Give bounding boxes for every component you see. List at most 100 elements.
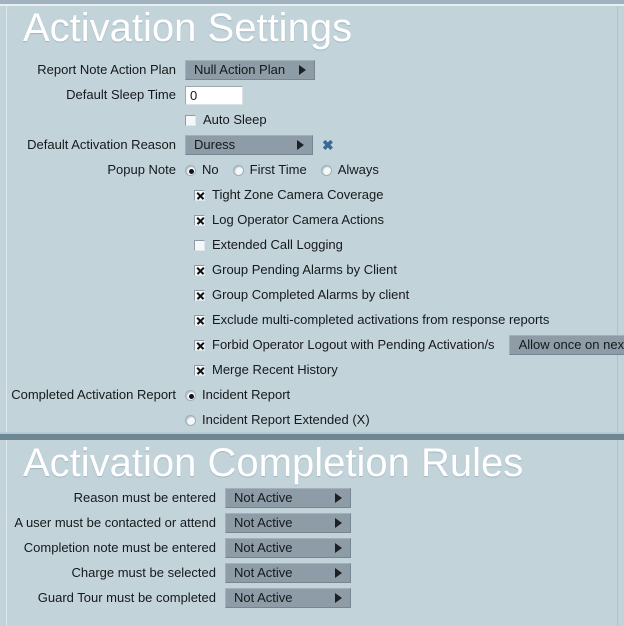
- row-default-sleep-time: Default Sleep Time: [7, 83, 617, 107]
- radio-popup-note-always-dot: [320, 164, 332, 176]
- checkbox-log-operator-camera-actions-label: Log Operator Camera Actions: [212, 212, 384, 227]
- clear-x-icon[interactable]: ✖: [322, 138, 334, 152]
- row-checkbox-extended-call-logging: Extended Call Logging: [7, 233, 617, 257]
- activation-settings-panel-inner: Activation Settings Report Note Action P…: [6, 6, 624, 452]
- row-report-note-action-plan: Report Note Action Plan Null Action Plan: [7, 58, 617, 82]
- row-auto-sleep: Auto Sleep: [7, 108, 617, 132]
- checkbox-auto-sleep-label: Auto Sleep: [203, 112, 267, 127]
- label-user-must-be-contacted: A user must be contacted or attend: [14, 515, 216, 530]
- field-completed-activation-report: Incident Report: [185, 387, 304, 403]
- radio-popup-note-always-label: Always: [337, 162, 379, 177]
- radio-incident-report-label: Incident Report: [202, 387, 291, 402]
- row-checkbox-merge-recent-history: Merge Recent History: [7, 358, 617, 382]
- dropdown-reason-must-be-entered[interactable]: Not Active: [225, 488, 351, 508]
- label-reason-must-be-entered: Reason must be entered: [73, 490, 216, 505]
- row-reason-must-be-entered: Reason must be entered Not Active: [7, 486, 617, 510]
- row-incident-report-extended: Incident Report Extended (X): [7, 408, 617, 432]
- dropdown-default-activation-reason[interactable]: Duress: [185, 135, 313, 155]
- chevron-right-icon: [335, 593, 342, 603]
- label-popup-note: Popup Note: [107, 162, 176, 177]
- dropdown-user-must-be-contacted[interactable]: Not Active: [225, 513, 351, 533]
- checkbox-auto-sleep[interactable]: Auto Sleep: [185, 112, 267, 128]
- activation-settings-form: Report Note Action Plan Null Action Plan…: [7, 58, 624, 458]
- field-checkbox-group-completed-alarms: Group Completed Alarms by client: [194, 287, 409, 303]
- dropdown-reason-must-be-entered-value: Not Active: [234, 490, 293, 505]
- row-completion-note-must-be-entered: Completion note must be entered Not Acti…: [7, 536, 617, 560]
- checkbox-group-pending-alarms-by-client[interactable]: Group Pending Alarms by Client: [194, 262, 397, 278]
- field-checkbox-log-operator: Log Operator Camera Actions: [194, 212, 384, 228]
- row-checkbox-group-pending-alarms: Group Pending Alarms by Client: [7, 258, 617, 282]
- checkbox-exclude-multi-completed-activations-box: [194, 314, 205, 326]
- checkbox-forbid-operator-logout-label: Forbid Operator Logout with Pending Acti…: [212, 337, 495, 352]
- field-checkbox-tight-zone: Tight Zone Camera Coverage: [194, 187, 384, 203]
- field-guard-tour-must-be-completed: Not Active: [225, 588, 351, 608]
- checkbox-merge-recent-history-label: Merge Recent History: [212, 362, 338, 377]
- field-charge-must-be-selected: Not Active: [225, 563, 351, 583]
- radio-incident-report-extended-label: Incident Report Extended (X): [202, 412, 370, 427]
- chevron-right-icon: [335, 568, 342, 578]
- dropdown-completion-note-must-be-entered-value: Not Active: [234, 540, 293, 555]
- checkbox-extended-call-logging-label: Extended Call Logging: [212, 237, 343, 252]
- dropdown-guard-tour-must-be-completed[interactable]: Not Active: [225, 588, 351, 608]
- checkbox-exclude-multi-completed-activations-label: Exclude multi-completed activations from…: [212, 312, 550, 327]
- checkbox-tight-zone-camera-coverage[interactable]: Tight Zone Camera Coverage: [194, 187, 384, 203]
- allow-once-on-next-logout-button[interactable]: Allow once on next Logout: [508, 335, 624, 355]
- radio-popup-note-no-label: No: [202, 162, 219, 177]
- dropdown-completion-note-must-be-entered[interactable]: Not Active: [225, 538, 351, 558]
- field-default-sleep-time: [185, 85, 243, 105]
- input-default-sleep-time[interactable]: [185, 85, 243, 105]
- checkbox-forbid-operator-logout[interactable]: Forbid Operator Logout with Pending Acti…: [194, 337, 495, 353]
- row-default-activation-reason: Default Activation Reason Duress ✖: [7, 133, 617, 157]
- row-checkbox-log-operator: Log Operator Camera Actions: [7, 208, 617, 232]
- field-reason-must-be-entered: Not Active: [225, 488, 351, 508]
- checkbox-group-completed-alarms-by-client-box: [194, 289, 205, 301]
- row-checkbox-tight-zone: Tight Zone Camera Coverage: [7, 183, 617, 207]
- radio-incident-report-extended[interactable]: Incident Report Extended (X): [185, 412, 370, 428]
- field-user-must-be-contacted: Not Active: [225, 513, 351, 533]
- dropdown-guard-tour-must-be-completed-value: Not Active: [234, 590, 293, 605]
- field-popup-note: No First Time Always: [185, 162, 393, 178]
- label-charge-must-be-selected: Charge must be selected: [71, 565, 216, 580]
- chevron-right-icon: [297, 140, 304, 150]
- activation-completion-rules-form: Reason must be entered Not Active A user…: [7, 486, 617, 611]
- dropdown-report-note-action-plan-value: Null Action Plan: [194, 62, 286, 77]
- dropdown-charge-must-be-selected[interactable]: Not Active: [225, 563, 351, 583]
- row-checkbox-exclude-multi-completed: Exclude multi-completed activations from…: [7, 308, 617, 332]
- dropdown-report-note-action-plan[interactable]: Null Action Plan: [185, 60, 315, 80]
- chevron-right-icon: [335, 543, 342, 553]
- dropdown-charge-must-be-selected-value: Not Active: [234, 565, 293, 580]
- radio-popup-note-first-time-dot: [232, 164, 244, 176]
- activation-completion-rules-panel: Activation Completion Rules Reason must …: [0, 440, 624, 626]
- row-user-must-be-contacted: A user must be contacted or attend Not A…: [7, 511, 617, 535]
- label-report-note-action-plan: Report Note Action Plan: [37, 62, 176, 77]
- checkbox-extended-call-logging-box: [194, 239, 205, 251]
- checkbox-log-operator-camera-actions[interactable]: Log Operator Camera Actions: [194, 212, 384, 228]
- checkbox-tight-zone-camera-coverage-label: Tight Zone Camera Coverage: [212, 187, 384, 202]
- chevron-right-icon: [335, 518, 342, 528]
- label-default-sleep-time: Default Sleep Time: [66, 87, 176, 102]
- checkbox-extended-call-logging[interactable]: Extended Call Logging: [194, 237, 343, 253]
- checkbox-group-completed-alarms-by-client-label: Group Completed Alarms by client: [212, 287, 410, 302]
- checkbox-group-completed-alarms-by-client[interactable]: Group Completed Alarms by client: [194, 287, 409, 303]
- row-popup-note: Popup Note No First Time Always: [7, 158, 617, 182]
- radio-incident-report[interactable]: Incident Report: [185, 387, 290, 403]
- field-auto-sleep: Auto Sleep: [185, 112, 267, 128]
- checkbox-exclude-multi-completed-activations[interactable]: Exclude multi-completed activations from…: [194, 312, 549, 328]
- radio-popup-note-always[interactable]: Always: [320, 162, 379, 178]
- field-checkbox-merge-recent-history: Merge Recent History: [194, 362, 338, 378]
- checkbox-merge-recent-history[interactable]: Merge Recent History: [194, 362, 338, 378]
- dropdown-default-activation-reason-value: Duress: [194, 137, 236, 152]
- field-report-note-action-plan: Null Action Plan: [185, 60, 315, 80]
- activation-settings-panel: Activation Settings Report Note Action P…: [0, 6, 624, 452]
- activation-completion-rules-panel-inner: Activation Completion Rules Reason must …: [6, 440, 618, 626]
- row-checkbox-group-completed-alarms: Group Completed Alarms by client: [7, 283, 617, 307]
- radio-popup-note-no-dot: [185, 164, 196, 176]
- checkbox-merge-recent-history-box: [194, 364, 205, 376]
- radio-incident-report-extended-dot: [185, 414, 196, 426]
- radio-popup-note-first-time[interactable]: First Time: [232, 162, 307, 178]
- checkbox-group-pending-alarms-by-client-box: [194, 264, 205, 276]
- field-checkbox-extended-call-logging: Extended Call Logging: [194, 237, 343, 253]
- label-completion-note-must-be-entered: Completion note must be entered: [23, 540, 216, 555]
- radio-popup-note-no[interactable]: No: [185, 162, 219, 178]
- row-checkbox-forbid-operator-logout: Forbid Operator Logout with Pending Acti…: [7, 333, 624, 357]
